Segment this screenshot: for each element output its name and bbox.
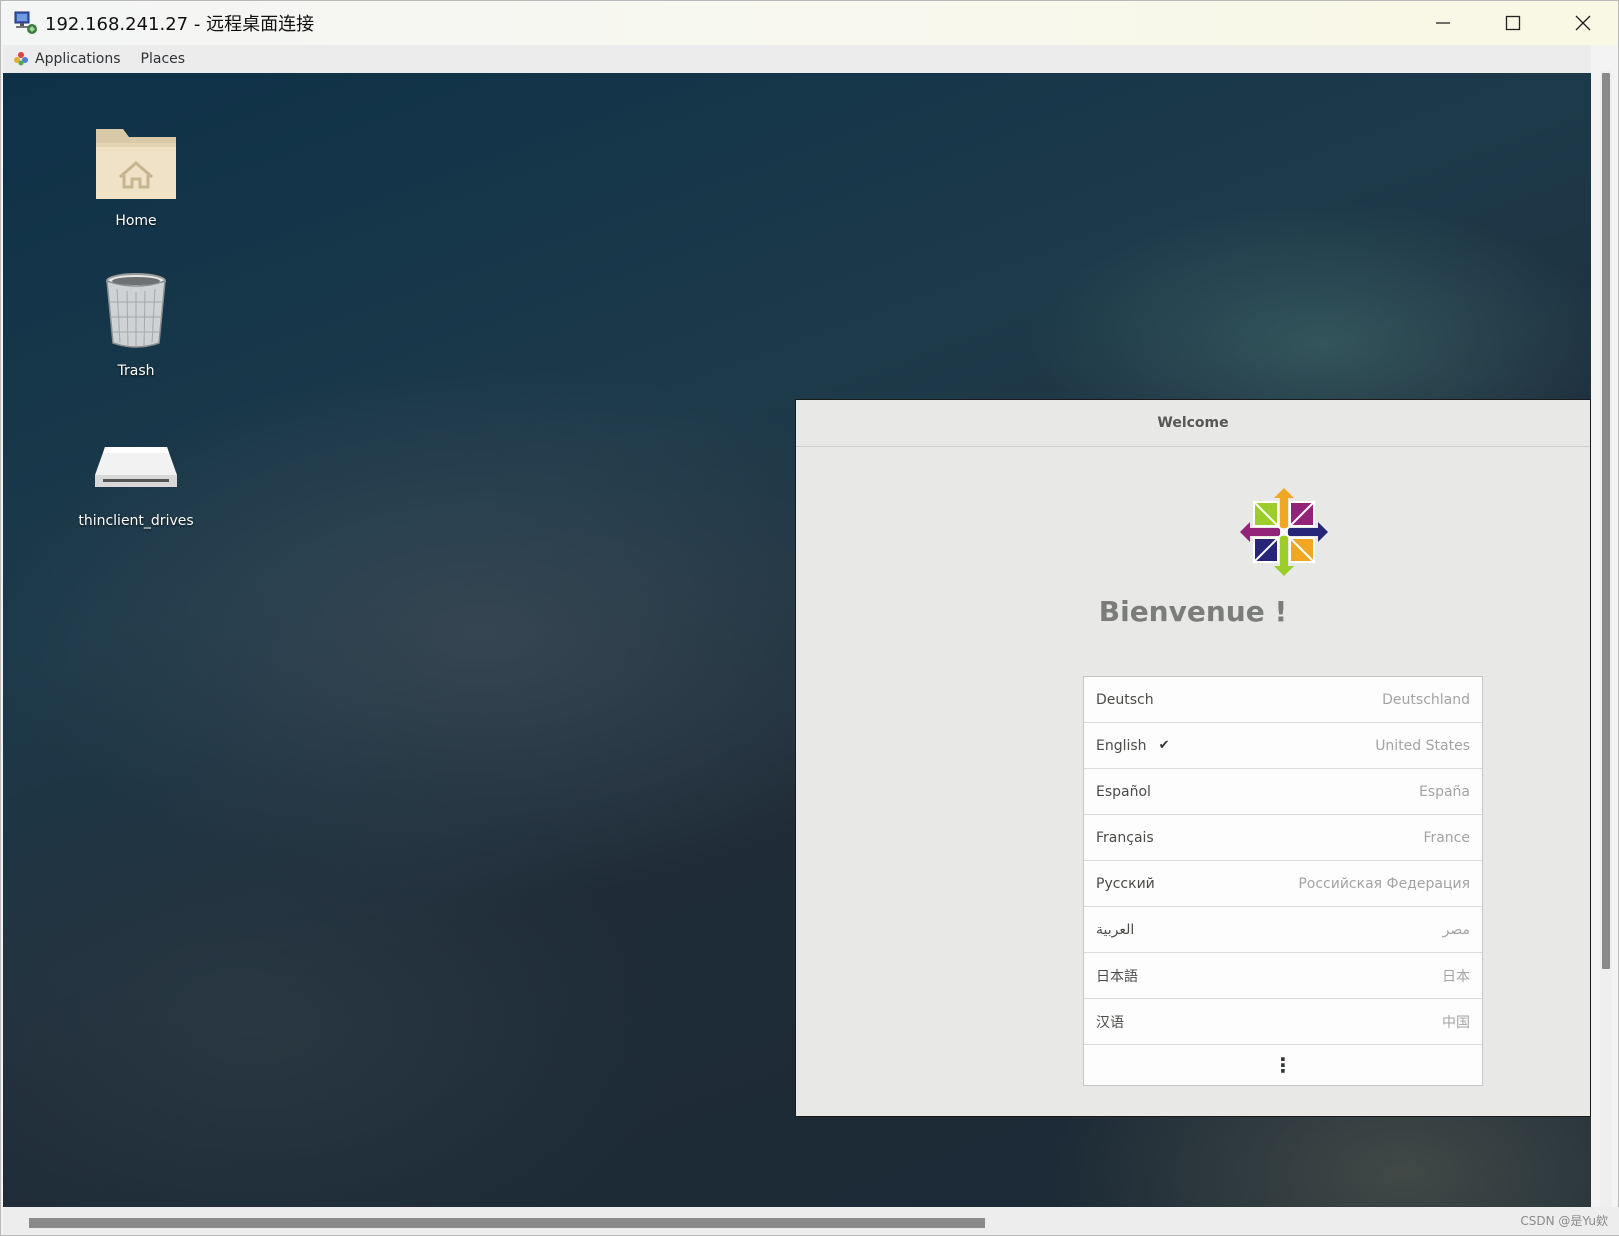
desktop-area: Home Trash thinclient_drives Welcome Bie…	[3, 73, 1591, 1207]
language-row-english[interactable]: English ✔ United States	[1084, 723, 1482, 769]
desktop-icon-trash[interactable]: Trash	[61, 267, 211, 379]
language-region: مصر	[1442, 921, 1470, 938]
language-name: Deutsch	[1096, 691, 1154, 708]
language-region: 日本	[1442, 968, 1470, 985]
maximize-button[interactable]	[1478, 1, 1548, 45]
watermark-text: CSDN @是Yu欸	[1520, 1214, 1608, 1228]
trash-icon	[91, 267, 181, 357]
horizontal-scrollbar[interactable]	[3, 1207, 1619, 1235]
welcome-header-title: Welcome	[796, 400, 1590, 447]
vertical-scrollbar[interactable]	[1600, 71, 1612, 1207]
window-titlebar[interactable]: 192.168.241.27 - 远程桌面连接	[1, 1, 1618, 45]
desktop-icon-label: Trash	[117, 363, 155, 379]
language-name: Français	[1096, 829, 1154, 846]
close-button[interactable]	[1548, 1, 1618, 45]
language-row-japanese[interactable]: 日本語 日本	[1084, 953, 1482, 999]
applications-menu-icon	[13, 51, 29, 67]
language-name: 日本語	[1096, 968, 1138, 985]
window-title: 192.168.241.27 - 远程桌面连接	[45, 14, 315, 35]
language-name: English	[1096, 737, 1147, 754]
vertical-scrollbar-thumb[interactable]	[1602, 73, 1610, 969]
welcome-dialog: Welcome Bienvenue ! Deutsch Deutschland …	[795, 399, 1591, 1117]
maximize-icon	[1505, 15, 1521, 31]
language-list: Deutsch Deutschland English ✔ United Sta…	[1083, 676, 1483, 1086]
language-row-francais[interactable]: Français France	[1084, 815, 1482, 861]
desktop-icon-label: thinclient_drives	[78, 513, 194, 529]
applications-menu-label: Applications	[35, 51, 121, 67]
close-icon	[1575, 15, 1591, 31]
desktop-icon-label: Home	[115, 213, 157, 229]
window-controls	[1408, 1, 1618, 45]
language-row-russian[interactable]: Русский Российская Федерация	[1084, 861, 1482, 907]
applications-menu[interactable]: Applications	[3, 45, 131, 73]
remote-desktop-window: 192.168.241.27 - 远程桌面连接 Applications Pla…	[0, 0, 1619, 1236]
more-options-icon: ⋮	[1273, 1053, 1293, 1077]
language-row-deutsch[interactable]: Deutsch Deutschland	[1084, 677, 1482, 723]
desktop-icon-thinclient-drives[interactable]: thinclient_drives	[61, 417, 211, 529]
drive-icon	[91, 417, 181, 507]
places-menu[interactable]: Places	[131, 45, 196, 73]
language-name: Español	[1096, 783, 1151, 800]
home-folder-icon	[91, 117, 181, 207]
minimize-icon	[1436, 22, 1450, 24]
language-region: France	[1423, 829, 1470, 846]
welcome-heading: Bienvenue !	[1098, 595, 1288, 628]
remote-desktop-icon	[13, 10, 39, 36]
more-languages-button[interactable]: ⋮	[1084, 1045, 1482, 1085]
language-region: United States	[1375, 737, 1470, 754]
language-name: 汉语	[1096, 1014, 1124, 1031]
language-region: 中国	[1442, 1014, 1470, 1031]
places-menu-label: Places	[140, 51, 186, 67]
minimize-button[interactable]	[1408, 1, 1478, 45]
language-name-with-check: English ✔	[1096, 738, 1169, 754]
top-menubar: Applications Places	[3, 45, 1591, 74]
language-region: España	[1418, 783, 1470, 800]
centos-logo-icon	[1238, 486, 1330, 578]
language-row-arabic[interactable]: العربية مصر	[1084, 907, 1482, 953]
checkmark-icon: ✔	[1158, 738, 1170, 753]
language-row-espanol[interactable]: Español España	[1084, 769, 1482, 815]
desktop-icon-home[interactable]: Home	[61, 117, 211, 229]
language-name: Русский	[1096, 875, 1155, 892]
language-region: Российская Федерация	[1298, 875, 1470, 892]
language-region: Deutschland	[1382, 691, 1470, 708]
language-row-chinese[interactable]: 汉语 中国	[1084, 999, 1482, 1045]
horizontal-scrollbar-thumb[interactable]	[29, 1218, 985, 1228]
language-name: العربية	[1096, 921, 1135, 938]
